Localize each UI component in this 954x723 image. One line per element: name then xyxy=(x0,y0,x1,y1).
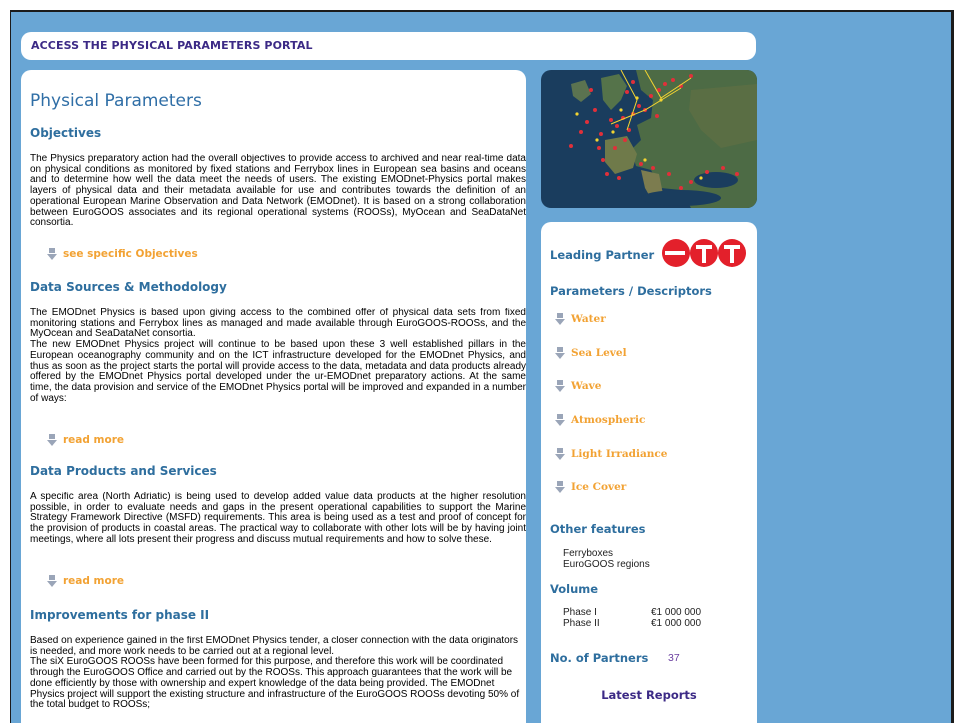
down-arrow-icon xyxy=(47,248,57,260)
latest-reports-link[interactable]: Latest Reports xyxy=(541,688,757,702)
map-graphic xyxy=(541,70,757,208)
param-water-link[interactable]: Water xyxy=(555,313,606,325)
down-arrow-icon xyxy=(47,575,57,587)
data-sources-read-more[interactable]: read more xyxy=(47,434,124,446)
param-atmospheric-link[interactable]: Atmospheric xyxy=(555,414,645,426)
side-panel: Leading Partner Parameters / Descriptors… xyxy=(541,222,757,723)
param-sea-level-link[interactable]: Sea Level xyxy=(555,347,627,359)
down-arrow-icon xyxy=(555,448,565,460)
see-objectives-link[interactable]: see specific Objectives xyxy=(47,248,198,260)
portal-access-link[interactable]: ACCESS THE PHYSICAL PARAMETERS PORTAL xyxy=(31,39,313,52)
portal-access-bar[interactable]: ACCESS THE PHYSICAL PARAMETERS PORTAL xyxy=(21,32,756,60)
improvements-heading: Improvements for phase II xyxy=(30,608,210,622)
down-arrow-icon xyxy=(555,313,565,325)
feature-ferryboxes[interactable]: Ferryboxes xyxy=(563,548,613,559)
feature-eurogoos-regions[interactable]: EuroGOOS regions xyxy=(563,559,650,570)
down-arrow-icon xyxy=(555,347,565,359)
objectives-text: The Physics preparatory action had the o… xyxy=(30,154,526,229)
down-arrow-icon xyxy=(555,380,565,392)
main-content: Physical Parameters Objectives The Physi… xyxy=(21,70,526,723)
leading-partner-label: Leading Partner xyxy=(550,248,655,262)
volume-heading: Volume xyxy=(550,582,599,596)
param-light-irradiance-link[interactable]: Light Irradiance xyxy=(555,448,667,460)
data-products-heading: Data Products and Services xyxy=(30,464,217,478)
param-ice-cover-link[interactable]: Ice Cover xyxy=(555,481,626,493)
down-arrow-icon xyxy=(555,481,565,493)
objectives-heading: Objectives xyxy=(30,126,102,140)
ett-logo[interactable] xyxy=(661,238,749,268)
partners-count: 37 xyxy=(668,652,680,664)
page-title: Physical Parameters xyxy=(30,91,202,111)
down-arrow-icon xyxy=(47,434,57,446)
volume-phase-1-amount: €1 000 000 xyxy=(651,607,702,618)
data-sources-text: The EMODnet Physics is based upon giving… xyxy=(30,308,526,404)
other-features-heading: Other features xyxy=(550,522,646,536)
improvements-text: Based on experience gained in the first … xyxy=(30,636,520,711)
data-products-read-more[interactable]: read more xyxy=(47,575,124,587)
europe-map-image[interactable] xyxy=(541,70,757,208)
down-arrow-icon xyxy=(555,414,565,426)
data-sources-heading: Data Sources & Methodology xyxy=(30,280,227,294)
param-wave-link[interactable]: Wave xyxy=(555,380,601,392)
partners-heading: No. of Partners xyxy=(550,651,649,665)
data-products-text: A specific area (North Adriatic) is bein… xyxy=(30,492,526,545)
volume-phase-2-label: Phase II xyxy=(563,618,600,629)
parameters-heading: Parameters / Descriptors xyxy=(550,284,712,298)
volume-phase-2-amount: €1 000 000 xyxy=(651,618,702,629)
volume-phase-1-label: Phase I xyxy=(563,607,597,618)
page-background: ACCESS THE PHYSICAL PARAMETERS PORTAL Ph… xyxy=(10,10,954,723)
